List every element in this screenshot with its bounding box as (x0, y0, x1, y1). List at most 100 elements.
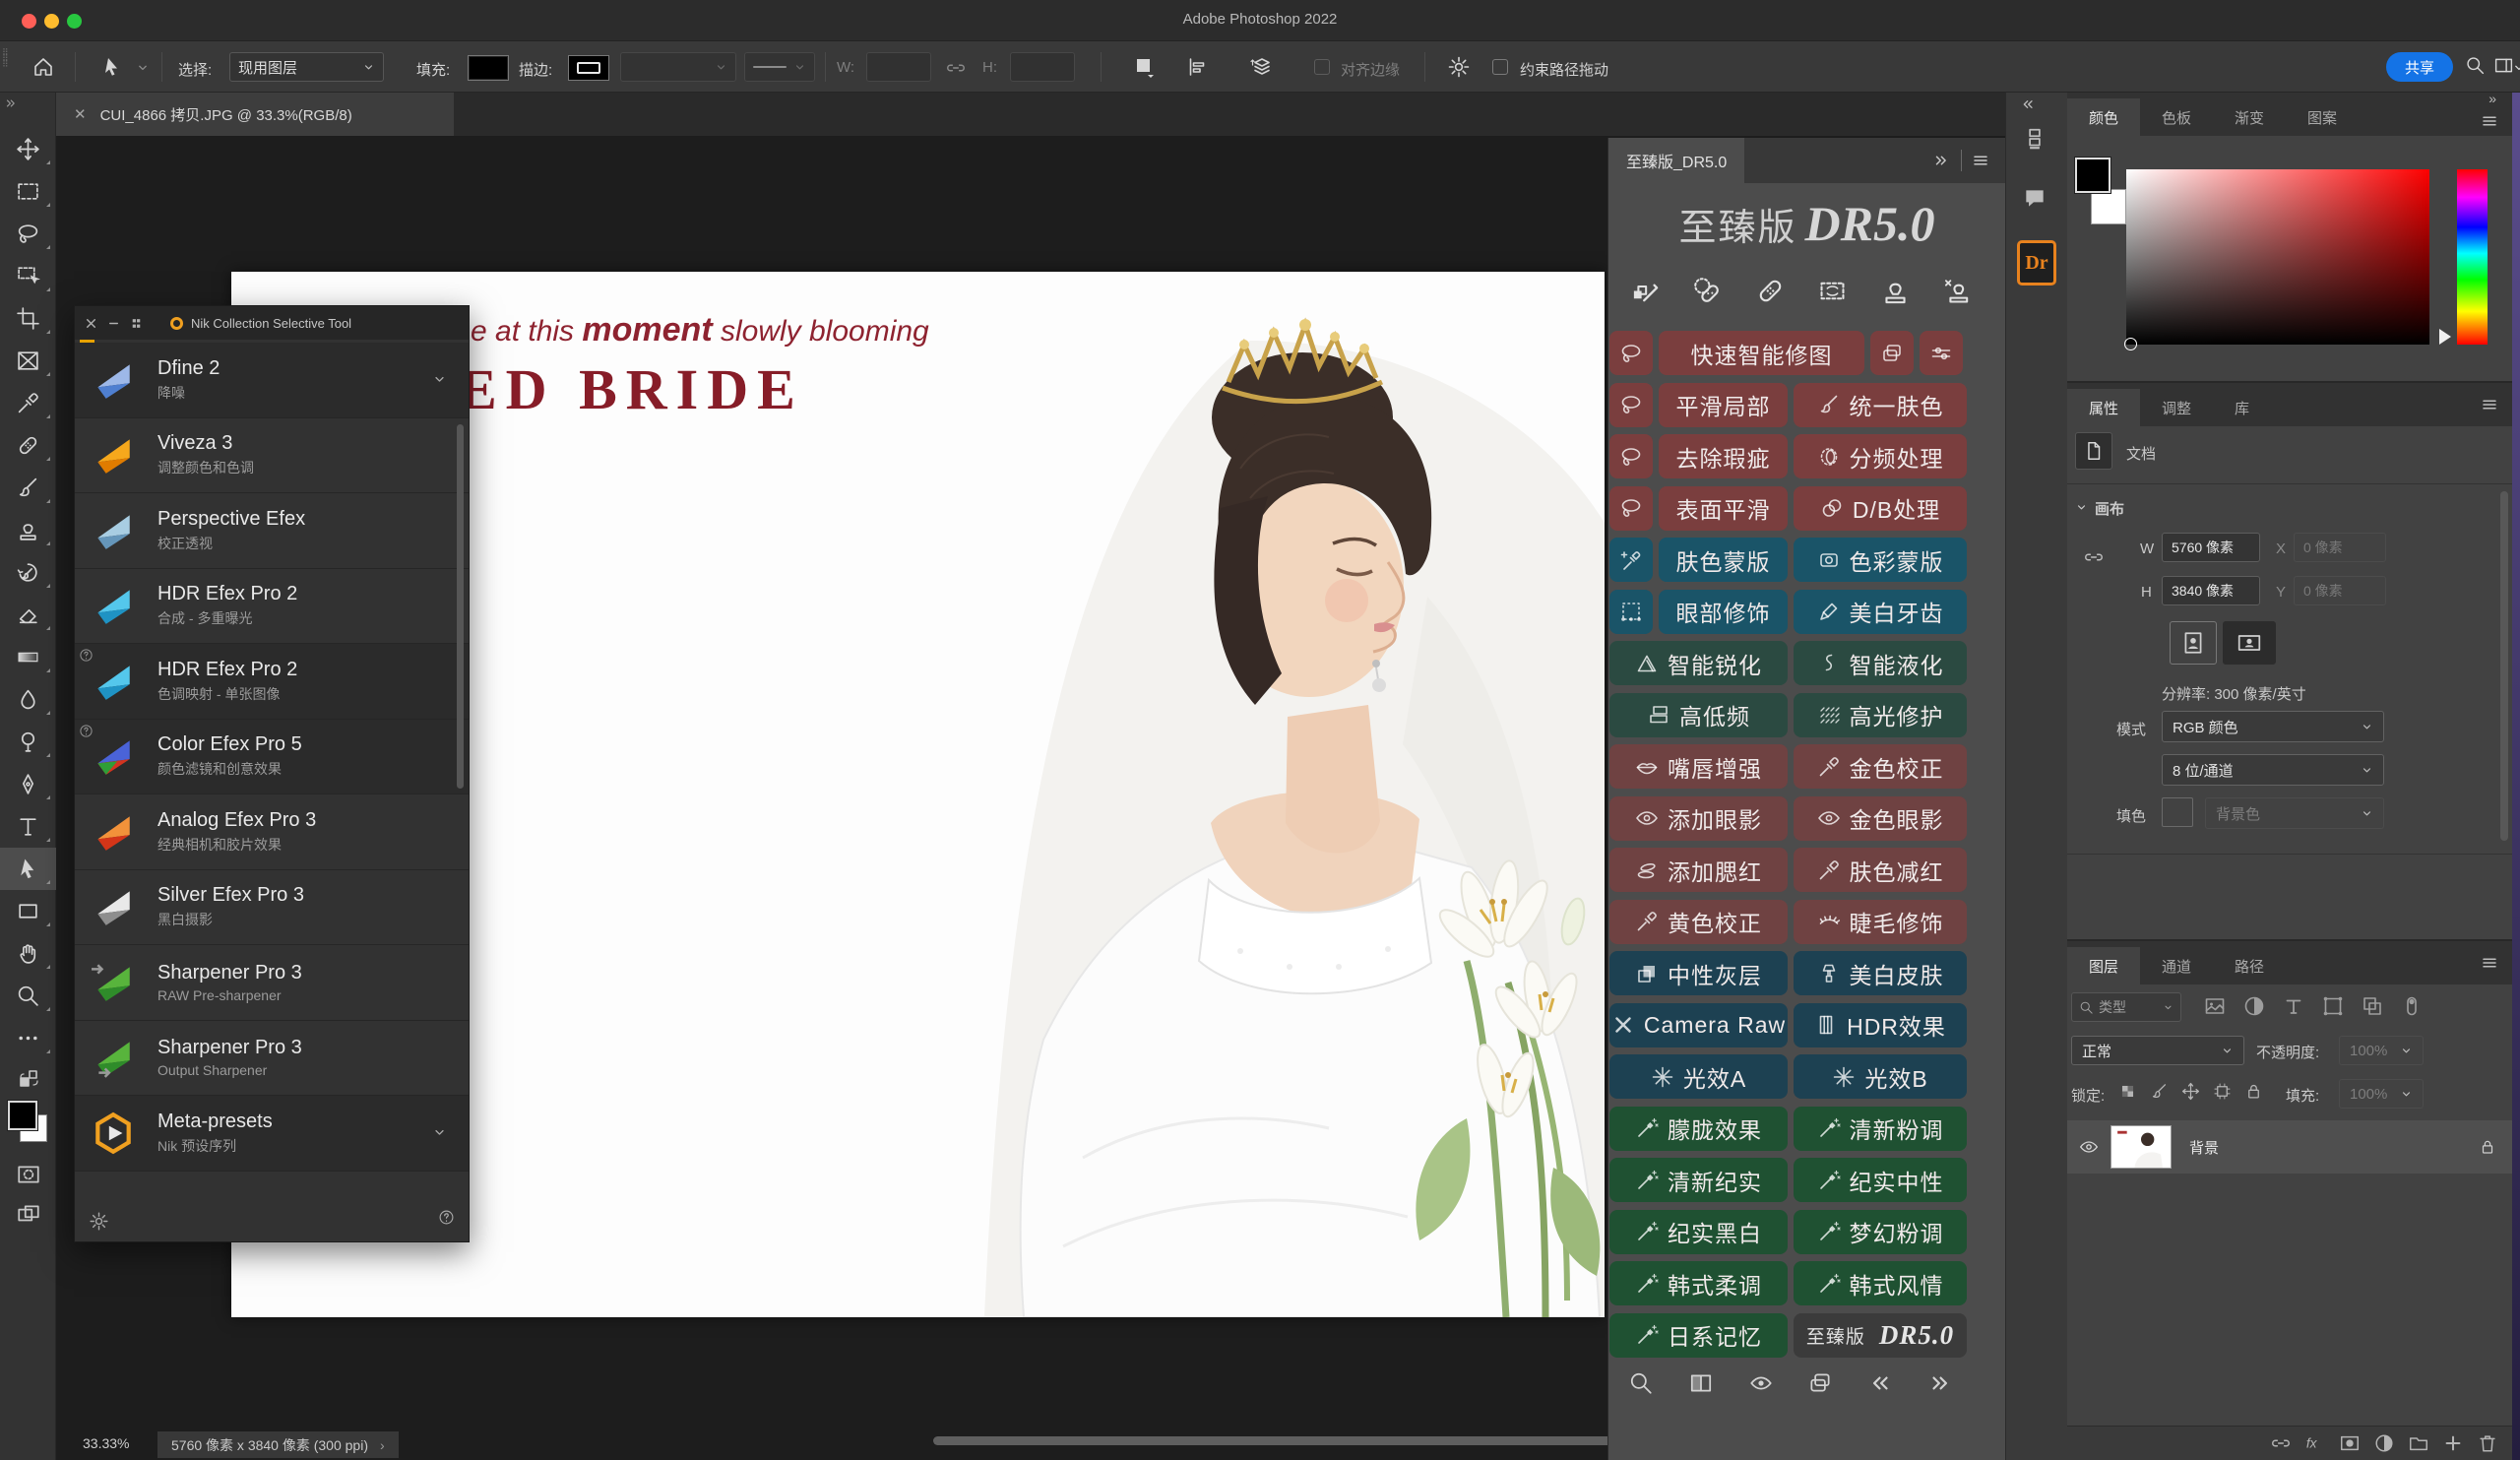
nik-plugin-item[interactable]: Dfine 2降噪 (75, 343, 469, 418)
tab-color-图案[interactable]: 图案 (2286, 98, 2359, 136)
close-icon[interactable] (85, 317, 97, 330)
panel-menu-icon[interactable] (2481, 954, 2498, 972)
constrain-path-checkbox[interactable] (1492, 59, 1508, 75)
healing-icon[interactable] (1755, 276, 1786, 306)
tab-layers-路径[interactable]: 路径 (2213, 947, 2286, 984)
adjust-new-icon[interactable] (2242, 994, 2266, 1018)
dr-icon-button[interactable] (1609, 538, 1653, 582)
dr-button[interactable]: 色彩蒙版 (1794, 538, 1967, 582)
dr-button[interactable]: 黄色校正 (1609, 900, 1788, 944)
tool-crop[interactable] (0, 297, 56, 340)
chevrons-left-icon[interactable] (1867, 1370, 1893, 1396)
portrait-orientation-button[interactable] (2170, 621, 2217, 665)
move-icon[interactable] (2181, 1082, 2200, 1101)
tool-preset-chevron-icon[interactable] (136, 61, 150, 75)
tool-marquee[interactable] (0, 170, 56, 213)
stamp-x-icon[interactable] (1942, 276, 1973, 306)
dr-icon-button[interactable] (1609, 590, 1653, 634)
checker-icon[interactable] (2118, 1082, 2137, 1101)
swap-colors-icon[interactable] (17, 1067, 40, 1091)
background-color-swatch[interactable] (2091, 189, 2126, 224)
folder-icon[interactable] (2408, 1432, 2429, 1454)
collapse-column-icon[interactable]: » (2488, 91, 2496, 106)
tab-props-库[interactable]: 库 (2213, 389, 2271, 426)
panel-menu-icon[interactable] (2481, 396, 2498, 413)
dr-button[interactable]: HDR效果 (1794, 1003, 1967, 1047)
bit-depth-dropdown[interactable]: 8 位/通道 (2162, 754, 2384, 786)
home-button[interactable] (32, 55, 55, 79)
filter-toggle-icon[interactable] (2400, 994, 2424, 1018)
smart-pick-icon[interactable] (2361, 994, 2384, 1018)
fill-swatch[interactable] (468, 55, 509, 81)
tool-lasso[interactable] (0, 213, 56, 255)
dr-icon-button[interactable] (1609, 434, 1653, 478)
dr-button[interactable]: 肤色减红 (1794, 848, 1967, 892)
hue-slider[interactable] (2457, 169, 2488, 345)
nik-plugin-item[interactable]: Analog Efex Pro 3经典相机和胶片效果 (75, 794, 469, 870)
lock-icon[interactable] (2244, 1082, 2263, 1101)
adjust-new-icon[interactable] (2373, 1432, 2395, 1454)
copies-icon[interactable] (1807, 1370, 1833, 1396)
dr-button[interactable]: 清新纪实 (1609, 1158, 1788, 1202)
dr-button[interactable]: Camera Raw (1609, 1003, 1788, 1047)
dr-button[interactable]: 清新粉调 (1794, 1107, 1967, 1151)
document-tab[interactable]: ✕ CUI_4866 拷贝.JPG @ 33.3%(RGB/8) (56, 93, 454, 136)
tool-eyedropper[interactable] (0, 382, 56, 424)
tool-history-brush[interactable] (0, 551, 56, 594)
dr-button[interactable]: 纪实中性 (1794, 1158, 1967, 1202)
tool-object-select[interactable] (0, 255, 56, 297)
dr-button[interactable]: 高光修护 (1794, 693, 1967, 737)
dr-button[interactable]: 韩式柔调 (1609, 1261, 1788, 1305)
dr-button[interactable]: 添加腮红 (1609, 848, 1788, 892)
brush-icon[interactable] (2150, 1082, 2169, 1101)
image-pick-icon[interactable] (2203, 994, 2227, 1018)
tool-zoom[interactable] (0, 975, 56, 1017)
nik-plugin-item[interactable]: Color Efex Pro 5颜色滤镜和创意效果 (75, 720, 469, 795)
path-arrangement-icon[interactable] (1250, 55, 1274, 79)
chevron-down-icon[interactable] (432, 372, 447, 387)
layer-filter-dropdown[interactable]: 类型 (2071, 992, 2181, 1022)
nik-plugin-item[interactable]: HDR Efex Pro 2合成 - 多重曝光 (75, 569, 469, 645)
tool-blur[interactable] (0, 678, 56, 721)
tab-color-色板[interactable]: 色板 (2140, 98, 2213, 136)
tool-clone-stamp[interactable] (0, 509, 56, 551)
dr-button[interactable]: 朦胧效果 (1609, 1107, 1788, 1151)
foreground-color-swatch[interactable] (2075, 158, 2110, 193)
canvas-height-input[interactable]: 3840 像素 (2162, 576, 2260, 605)
dr-button[interactable]: 快速智能修图 (1659, 331, 1864, 375)
dr-button[interactable]: 眼部修饰 (1659, 590, 1788, 634)
dr-button[interactable]: 高低频 (1609, 693, 1788, 737)
status-chevron-icon[interactable]: › (380, 1437, 385, 1453)
tool-pen[interactable] (0, 763, 56, 805)
path-alignment-icon[interactable] (1186, 55, 1210, 79)
shape-pick-icon[interactable] (2321, 994, 2345, 1018)
dr-button[interactable]: 日系记忆 (1609, 1313, 1788, 1358)
type-pick-icon[interactable] (2282, 994, 2305, 1018)
dr-button[interactable]: 表面平滑 (1659, 486, 1788, 531)
stroke-swatch[interactable] (568, 55, 609, 81)
color-mode-dropdown[interactable]: RGB 颜色 (2162, 711, 2384, 742)
nik-plugin-item[interactable]: Sharpener Pro 3Output Sharpener (75, 1021, 469, 1097)
dr-button[interactable]: 韩式风情 (1794, 1261, 1967, 1305)
tool-path-select[interactable] (0, 848, 56, 890)
chevrons-right-icon[interactable] (1927, 1370, 1953, 1396)
fx-icon[interactable]: fx (2304, 1432, 2326, 1454)
clone-stamp-icon[interactable] (1880, 276, 1911, 306)
tool-ellipsis[interactable] (0, 1017, 56, 1059)
dr5-panel-tab[interactable]: 至臻版_DR5.0 (1608, 138, 1744, 183)
blend-mode-dropdown[interactable]: 正常 (2071, 1036, 2244, 1065)
split-view-icon[interactable] (1688, 1370, 1714, 1396)
magnifier-icon[interactable] (1628, 1370, 1654, 1396)
dr-button[interactable]: 光效A (1609, 1054, 1788, 1099)
tool-type[interactable] (0, 805, 56, 848)
close-tab-icon[interactable]: ✕ (74, 105, 87, 123)
foreground-color-swatch[interactable] (8, 1101, 37, 1130)
comments-panel-icon[interactable] (2022, 185, 2048, 211)
link-dimensions-icon[interactable] (945, 57, 967, 79)
dr-logo-button[interactable]: 至臻版DR5.0 (1794, 1313, 1967, 1358)
dr-icon-button[interactable] (1609, 383, 1653, 427)
gear-icon[interactable] (1447, 55, 1471, 79)
chevron-down-icon[interactable] (432, 1125, 447, 1140)
canvas-fill-swatch[interactable] (2162, 797, 2193, 827)
dr-button[interactable]: 美白皮肤 (1794, 951, 1967, 995)
